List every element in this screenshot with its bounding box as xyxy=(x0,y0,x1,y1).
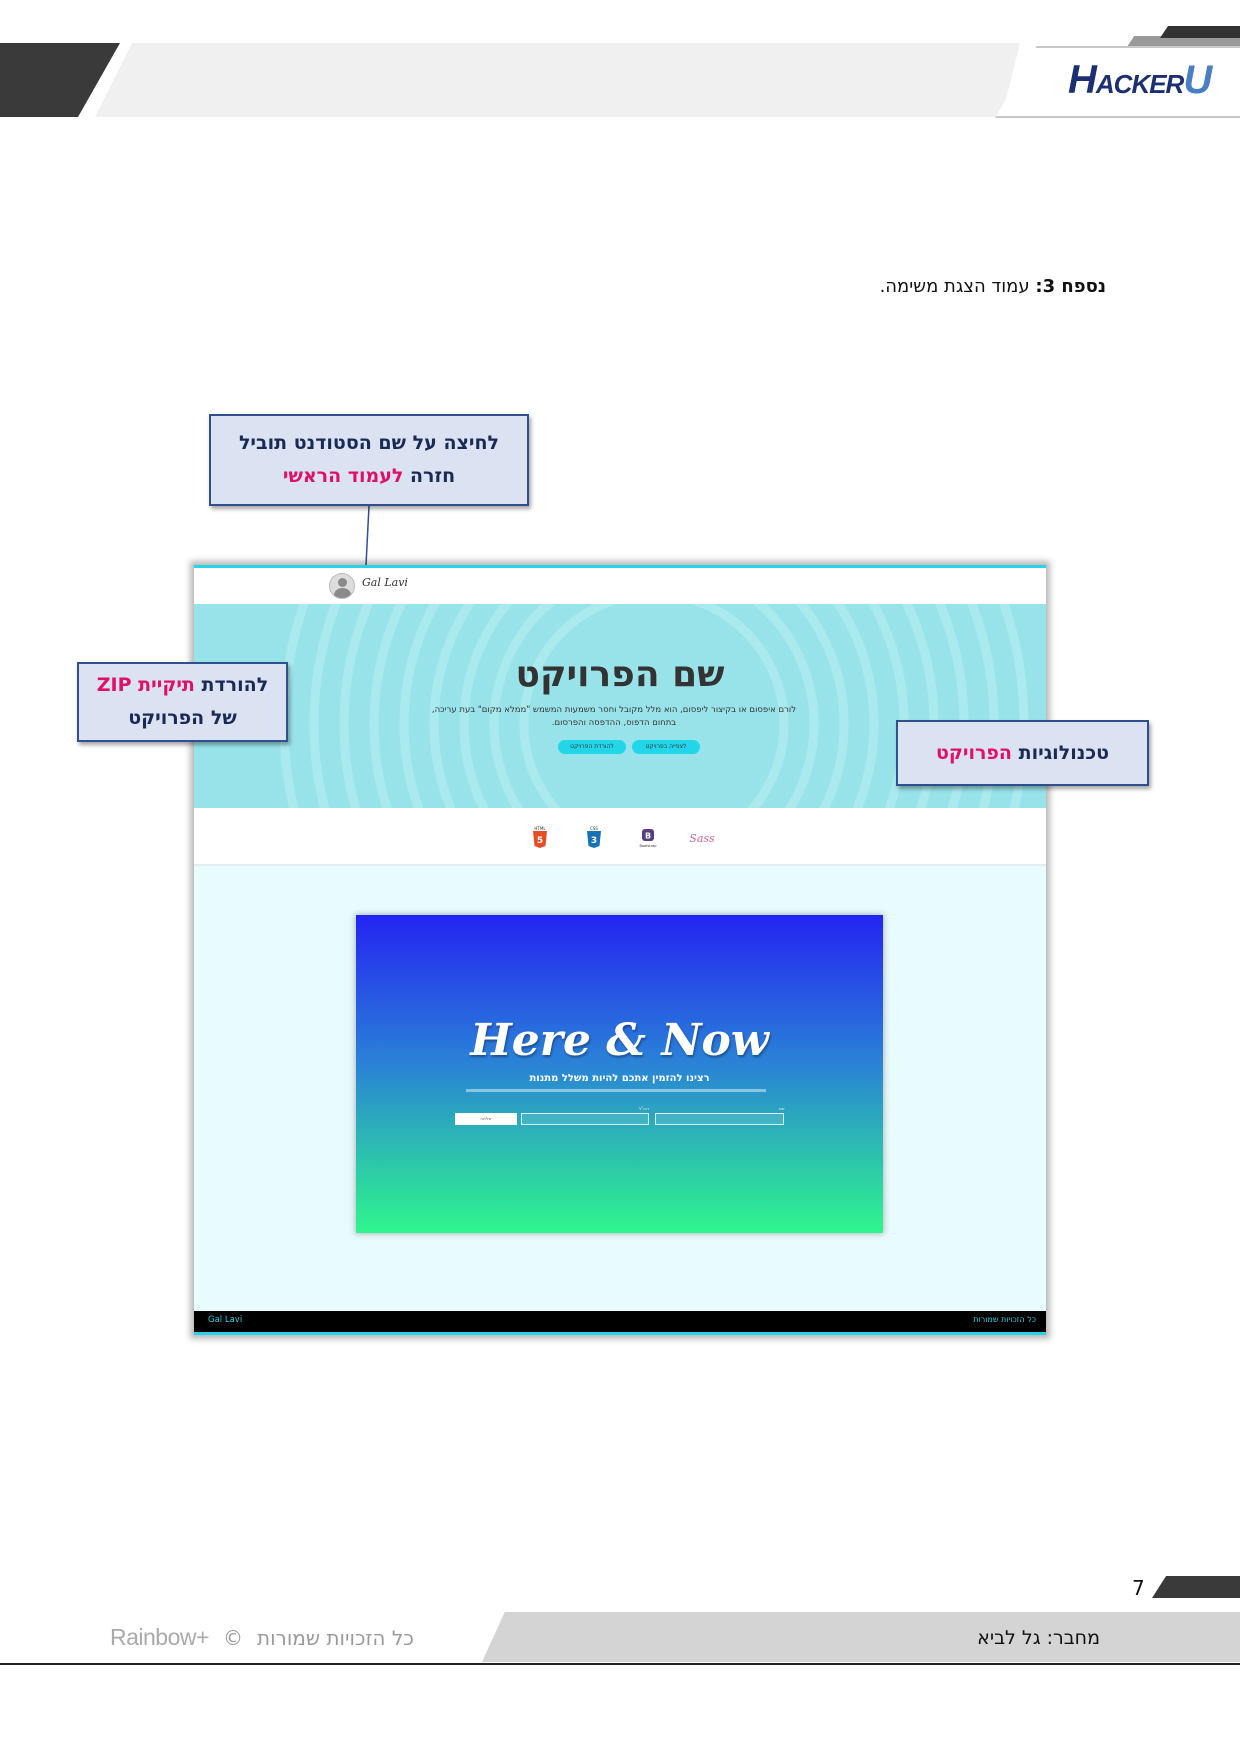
screenshot-topbar: Gal Lavi xyxy=(194,568,1046,604)
callout-zip-highlight: תיקיית ZIP xyxy=(96,674,195,696)
css3-icon: CSS 3 xyxy=(587,826,601,848)
svg-text:CSS: CSS xyxy=(590,826,598,831)
callout-zip-line2: של הפרויקט xyxy=(128,707,237,729)
avatar[interactable] xyxy=(329,573,355,599)
preview-name-field xyxy=(655,1113,784,1125)
svg-text:5: 5 xyxy=(537,836,543,846)
view-button-label: לצפייה בפרויקט xyxy=(645,743,687,750)
footer-band xyxy=(482,1612,1240,1662)
svg-text:B: B xyxy=(645,832,651,841)
student-name-link[interactable]: Gal Lavi xyxy=(362,576,408,589)
sass-icon: Sass xyxy=(689,832,715,845)
bootstrap-icon: B Bootstrap xyxy=(639,829,657,848)
logo-acker: ACKER xyxy=(1095,69,1184,99)
svg-text:Sass: Sass xyxy=(689,832,715,845)
copyright-icon: © xyxy=(222,1625,243,1650)
callout-student-highlight: לעמוד הראשי xyxy=(282,465,404,487)
html5-icon: HTML 5 xyxy=(533,826,547,848)
preview-submit-label: שליחה xyxy=(480,1116,492,1121)
header-stripe-dark xyxy=(1160,26,1240,38)
view-project-button[interactable]: לצפייה בפרויקט xyxy=(632,740,700,754)
hackeru-logo: H ACKER U xyxy=(1068,58,1212,103)
callout-tech-highlight: הפרויקט xyxy=(935,741,1012,764)
preview-fine-print xyxy=(466,1089,766,1092)
footer-student-name: Gal Lavi xyxy=(208,1315,243,1325)
page-number: 7 xyxy=(1132,1576,1145,1600)
author-credit: מחבר: גל לביא xyxy=(977,1627,1100,1649)
preview-email-field xyxy=(521,1113,649,1125)
callout-tech-prefix: טכנולוגיות xyxy=(1011,741,1109,764)
preview-title: Here & Now xyxy=(470,1015,769,1066)
project-page-screenshot: Gal Lavi שם הפרויקט לורם איפסום או בקיצו… xyxy=(194,565,1046,1335)
callout-zip-download: להורדת תיקיית ZIP של הפרויקט xyxy=(77,662,288,742)
preview-label-email: דוא"ל xyxy=(639,1106,650,1111)
technologies-bar: HTML 5 CSS 3 B Bootstrap Sass xyxy=(194,808,1046,866)
preview-submit-button: שליחה xyxy=(455,1113,517,1125)
svg-text:Bootstrap: Bootstrap xyxy=(639,844,657,848)
footer-divider xyxy=(0,1663,1240,1665)
appendix-caption: נספח 3: עמוד הצגת משימה. xyxy=(879,276,1106,297)
preview-subtitle: רצינו להזמין אתכם להיות משלל מתנות xyxy=(529,1073,710,1084)
download-project-button[interactable]: להורדת הפרויקט xyxy=(558,740,626,754)
callout-student-line1: לחיצה על שם הסטודנט תוביל xyxy=(238,432,500,454)
project-description: לורם איפסום או בקיצור ליפסום, הוא מלל מק… xyxy=(431,705,797,728)
svg-text:HTML: HTML xyxy=(534,826,546,831)
appendix-label: נספח 3 xyxy=(1042,276,1106,297)
svg-text:3: 3 xyxy=(591,836,597,846)
project-title: שם הפרויקט xyxy=(515,654,725,695)
page-number-bar xyxy=(1152,1576,1240,1598)
screenshot-footer: Gal Lavi כל הזכויות שמורות xyxy=(194,1311,1046,1335)
preview-label-name: שם xyxy=(779,1106,785,1111)
header-light-band xyxy=(95,43,1020,117)
project-preview-image: Here & Now רצינו להזמין אתכם להיות משלל … xyxy=(356,915,883,1233)
appendix-text: עמוד הצגת משימה. xyxy=(879,276,1030,297)
download-button-label: להורדת הפרויקט xyxy=(570,743,614,750)
logo-u: U xyxy=(1183,58,1212,102)
copyright-notice: Rainbow+ © כל הזכויות שמורות xyxy=(110,1624,414,1651)
callout-technologies: טכנולוגיות הפרויקט xyxy=(896,720,1149,786)
rainbow-logo: Rainbow+ xyxy=(110,1624,209,1650)
callout-student-name: לחיצה על שם הסטודנט תוביל חזרה לעמוד הרא… xyxy=(209,414,529,506)
callout-zip-prefix: להורדת xyxy=(194,674,269,696)
logo-h: H xyxy=(1068,58,1097,102)
footer-rights: כל הזכויות שמורות xyxy=(973,1315,1036,1324)
callout-student-line2: חזרה xyxy=(403,465,456,487)
rights-text: כל הזכויות שמורות xyxy=(256,1625,414,1650)
